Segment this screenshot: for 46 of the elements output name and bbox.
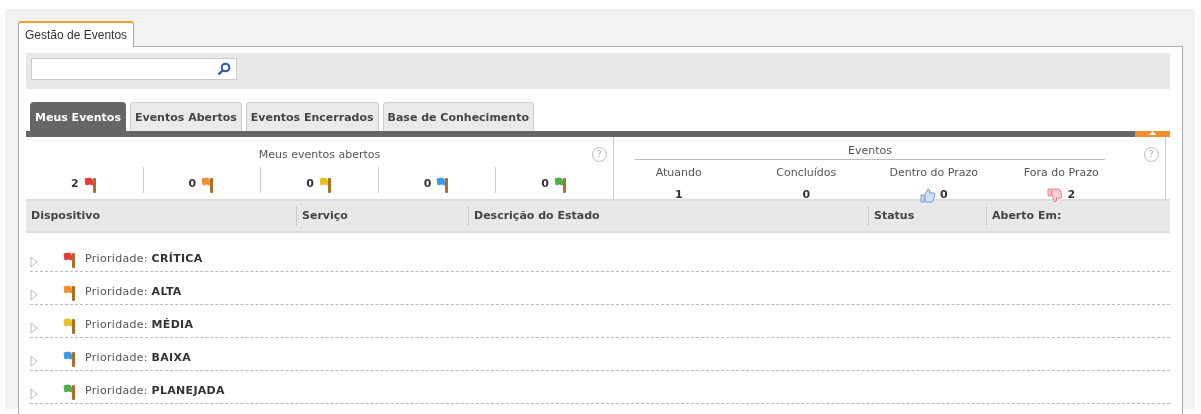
thumbs-up-icon [919, 188, 936, 203]
stat-label: Atuando [655, 165, 702, 181]
group-label: Prioridade: BAIXA [85, 350, 192, 366]
count: 2 [70, 176, 79, 192]
column-header[interactable]: Descrição do Estado [468, 205, 868, 226]
expand-toggle[interactable] [30, 388, 39, 400]
column-header[interactable]: Status [868, 205, 986, 226]
expand-toggle[interactable] [30, 322, 39, 334]
window-tab[interactable]: Gestão de Eventos [18, 21, 135, 47]
expand-icon [30, 289, 39, 301]
count: 0 [423, 176, 432, 192]
expand-toggle[interactable] [30, 256, 39, 268]
search-icon[interactable] [217, 62, 231, 76]
thumbs-down-icon [1047, 188, 1064, 203]
group-label: Prioridade: CRÍTICA [85, 251, 203, 267]
expand-icon [30, 388, 39, 400]
column-header[interactable]: Aberto Em: [986, 205, 1170, 226]
count: 0 [541, 176, 549, 192]
group-label: Prioridade: ALTA [85, 284, 182, 300]
expand-icon [30, 322, 39, 334]
column-header[interactable]: Serviço [296, 205, 468, 226]
stat-value: 2 [1067, 186, 1076, 203]
summary-title: Eventos [635, 142, 1105, 160]
stat-value: 0 [939, 186, 948, 203]
stat-value: 1 [674, 186, 683, 203]
stat-label: Fora do Prazo [1023, 165, 1099, 181]
column-header[interactable]: Dispositivo [26, 205, 296, 226]
group-label: Prioridade: PLANEJADA [85, 383, 225, 399]
search-field[interactable] [31, 58, 237, 80]
group-label: Prioridade: MÉDIA [85, 317, 194, 333]
summary-title: Meus eventos abertos [258, 146, 381, 163]
expand-icon [30, 256, 39, 268]
collapse-button[interactable] [1135, 130, 1170, 137]
caret-icon [1149, 130, 1156, 135]
expand-toggle[interactable] [30, 355, 39, 367]
tab[interactable]: Base de Conhecimento [382, 102, 534, 131]
tab[interactable]: Eventos Encerrados [245, 102, 379, 131]
expand-icon [30, 355, 39, 367]
count: 0 [306, 176, 314, 192]
stat-value: 0 [802, 186, 811, 203]
expand-toggle[interactable] [30, 289, 39, 301]
stat-label: Dentro do Prazo [889, 165, 978, 181]
tab[interactable]: Eventos Abertos [129, 102, 242, 131]
count: 0 [188, 176, 197, 192]
tab[interactable]: Meus Eventos [30, 102, 126, 131]
stat-label: Concluídos [776, 165, 837, 181]
